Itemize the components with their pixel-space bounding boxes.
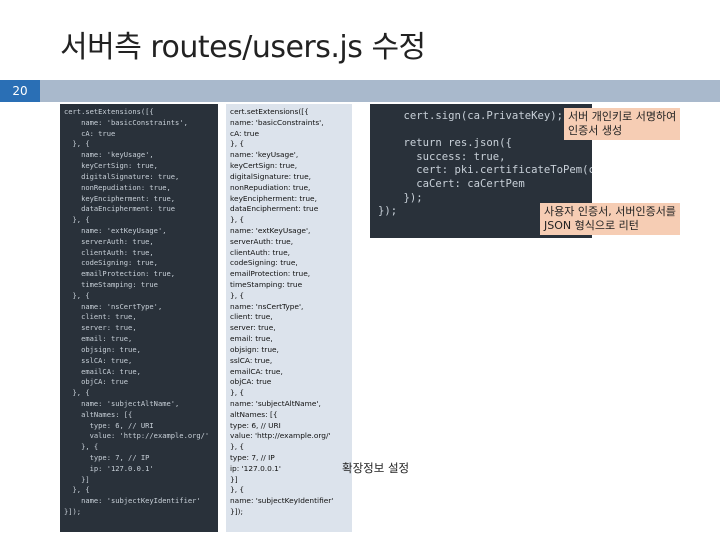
code-line: cert.setExtensions([{ [64, 107, 154, 116]
code-line: cert.sign(ca.PrivateKey); [378, 110, 563, 122]
code-line: name: 'nsCertType', [230, 301, 304, 311]
code-line: serverAuth: true, [64, 236, 154, 246]
code-line: cert: pki.certificateToPem(cert), [416, 164, 592, 177]
code-line: }); [378, 205, 398, 218]
plain-code-block: cert.setExtensions([{ name: 'basicConstr… [226, 104, 352, 532]
code-line: name: 'subjectAltName', [64, 398, 180, 408]
code-line: timeStamping: true [230, 280, 303, 289]
code-line: sslCA: true, [230, 355, 273, 365]
code-line: serverAuth: true, [230, 236, 294, 246]
code-block-extensions: cert.setExtensions([{ name: 'basicConstr… [60, 104, 218, 532]
code-line: sslCA: true, [64, 355, 133, 365]
code-line: keyEncipherment: true, [64, 193, 176, 203]
code-line: name: 'subjectKeyIdentifier' [230, 496, 334, 506]
code-line: }, { [230, 485, 245, 495]
code-line: client: true, [230, 312, 273, 322]
code-line: success: true, [378, 150, 506, 163]
code-line: objCA: true [64, 377, 129, 387]
code-line: altNames: [{ [230, 409, 278, 419]
code-line: client: true, [64, 312, 137, 322]
code-line: ip: '127.0.0.1' [230, 463, 281, 473]
code-line: value: 'http://example.org/' [230, 431, 331, 441]
code-line: type: 7, // IP [64, 453, 150, 462]
code-line: name: 'extKeyUsage', [230, 225, 311, 235]
code-line: keyEncipherment: true, [230, 193, 317, 203]
code-line: cA: true [64, 128, 116, 138]
code-line: }]); [64, 507, 82, 517]
code-line: email: true, [230, 334, 273, 344]
code-line: keyCertSign: true, [64, 161, 158, 171]
code-line: objsign: true, [64, 344, 141, 354]
code-line: codeSigning: true, [64, 258, 158, 268]
code-line: name: 'subjectKeyIdentifier' [64, 496, 201, 506]
code-line: altNames: [{ [64, 409, 133, 419]
code-line: return res.json({ [378, 137, 512, 150]
code-line: emailCA: true, [64, 366, 141, 376]
code-line: }, { [64, 139, 90, 149]
code-line: emailProtection: true, [64, 269, 176, 279]
code-line: name: 'keyUsage', [64, 150, 154, 160]
code-line: value: 'http://example.org/' [64, 431, 210, 441]
code-line: emailCA: true, [230, 366, 283, 376]
code-text: cert.setExtensions([{ name: 'basicConstr… [60, 104, 218, 521]
code-line: emailProtection: true, [230, 269, 311, 279]
code-line: type: 6, // URI [64, 420, 154, 430]
code-line: }] [64, 474, 90, 484]
code-line: digitalSignature: true, [64, 171, 180, 181]
code-line: caCert: caCertPem [378, 177, 525, 190]
code-line: dataEncipherment: true [64, 204, 176, 214]
code-line: }, { [64, 442, 99, 452]
code-line: }, { [64, 215, 90, 225]
code-line: name: 'extKeyUsage', [64, 225, 167, 235]
label-extensions: 확장정보 설정 [342, 461, 410, 475]
code-line: }, { [230, 215, 245, 225]
code-line: }, { [64, 290, 90, 300]
code-line: ip: '127.0.0.1' [64, 463, 154, 473]
code-line: objsign: true, [230, 344, 279, 354]
code-line: clientAuth: true, [230, 247, 290, 257]
code-line: keyCertSign: true, [230, 161, 298, 171]
code-line: }]); [230, 507, 243, 517]
code-line: }, { [230, 290, 245, 300]
code-line: server: true, [230, 323, 276, 333]
callout-sign: 서버 개인키로 서명하여 인증서 생성 [564, 108, 681, 140]
code-line: }, { [230, 388, 245, 398]
code-line: }, { [64, 485, 90, 495]
header-bar [0, 80, 720, 102]
code-line: objCA: true [230, 377, 272, 387]
code-line: cA: true [230, 128, 259, 138]
code-line: name: 'subjectAltName', [230, 398, 321, 408]
code-line: }] [230, 474, 238, 484]
code-line: codeSigning: true, [230, 258, 298, 268]
code-line: email: true, [64, 334, 133, 344]
page-number: 20 [0, 80, 40, 102]
code-line: }, { [64, 388, 90, 398]
plain-code-text: cert.setExtensions([{ name: 'basicConstr… [226, 104, 352, 521]
code-line: digitalSignature: true, [230, 171, 311, 181]
code-line: cert.setExtensions([{ [230, 107, 309, 116]
callout-json: 사용자 인증서, 서버인증서를 JSON 형식으로 리턴 [540, 203, 680, 235]
code-line: }, { [230, 442, 245, 452]
code-line: }, { [230, 139, 245, 149]
code-line: nonRepudiation: true, [64, 182, 171, 192]
code-line: name: 'basicConstraints', [64, 117, 188, 127]
code-line: nonRepudiation: true, [230, 182, 311, 192]
code-line: timeStamping: true [64, 280, 158, 289]
code-line: name: 'nsCertType', [64, 301, 163, 311]
code-line: dataEncipherment: true [230, 204, 319, 214]
code-line: clientAuth: true, [64, 247, 154, 257]
code-line: type: 6, // URI [230, 420, 281, 430]
code-line: }); [378, 191, 423, 204]
slide-title: 서버측 routes/users.js 수정 [60, 30, 426, 65]
code-line: name: 'keyUsage', [230, 150, 299, 160]
code-line: type: 7, // IP [230, 453, 275, 462]
code-line: server: true, [64, 323, 137, 333]
code-line: name: 'basicConstraints', [230, 117, 324, 127]
